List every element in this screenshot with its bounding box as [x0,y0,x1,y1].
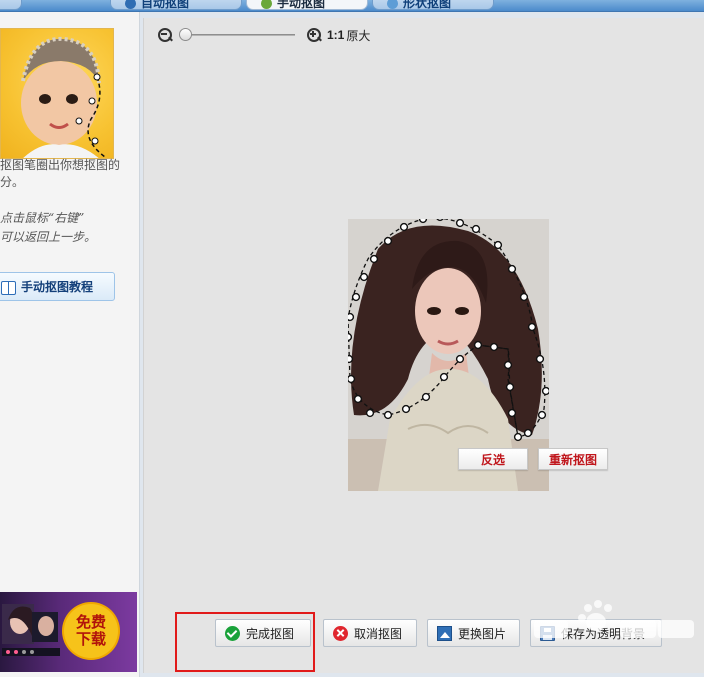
actual-size-ratio[interactable]: 1:1 [327,28,344,42]
right-click-tip: 点击鼠标“右键” 可以返回上一步。 [0,211,97,244]
save-transparent-label: 保存为透明背景 [561,626,646,641]
tab-previous[interactable] [0,0,22,10]
tab-shape-label: 形状抠图 [403,0,452,10]
free-download-badge[interactable]: 免费 下载 [64,604,118,658]
cancel-icon [333,625,348,641]
replace-image-button[interactable]: 更换图片 [427,619,520,647]
pen-icon [261,0,272,9]
tutorial-button-label: 手动抠图教程 [21,280,94,294]
image-icon [437,625,452,641]
auto-cutout-icon [125,0,136,9]
editing-canvas[interactable]: 1:1 原大 反选 重新抠图 [143,18,704,673]
save-transparent-button[interactable]: 保存为透明背景 [530,619,662,647]
replace-image-label: 更换图片 [458,626,507,641]
tab-auto-cutout[interactable]: 自动抠图 [110,0,242,10]
invert-selection-button[interactable]: 反选 [458,448,528,470]
shape-icon [387,0,398,9]
manual-cutout-tutorial-button[interactable]: 手动抠图教程 [0,272,115,301]
highlight-box [175,612,315,672]
book-icon [1,280,16,295]
zoom-slider[interactable] [179,27,299,43]
tab-shape-cutout[interactable]: 形状抠图 [372,0,494,10]
instructions-panel: 抠图笔圈出你想抠图的 分。 点击鼠标“右键” 可以返回上一步。 手动抠图教程 免… [0,12,140,677]
example-image [0,28,114,159]
tab-auto-label: 自动抠图 [141,0,190,10]
cancel-cutout-button[interactable]: 取消抠图 [323,619,417,647]
redo-cutout-button[interactable]: 重新抠图 [538,448,608,470]
tab-bar: 自动抠图 手动抠图 形状抠图 [0,0,704,12]
ad-thumbnails [2,604,60,656]
zoom-out-icon[interactable] [158,27,173,43]
cancel-cutout-label: 取消抠图 [354,626,403,641]
instruction-text: 抠图笔圈出你想抠图的 分。 [0,158,121,189]
tab-manual-label: 手动抠图 [277,0,326,10]
save-icon [540,625,555,641]
zoom-in-icon[interactable] [307,27,322,43]
zoom-slider-thumb[interactable] [179,28,192,41]
actual-size-label[interactable]: 原大 [346,27,370,44]
download-ad-banner[interactable]: 免费 下载 [0,592,137,672]
zoom-slider-track [183,34,295,36]
tab-manual-cutout[interactable]: 手动抠图 [246,0,368,10]
zoom-bar: 1:1 原大 [158,26,370,44]
